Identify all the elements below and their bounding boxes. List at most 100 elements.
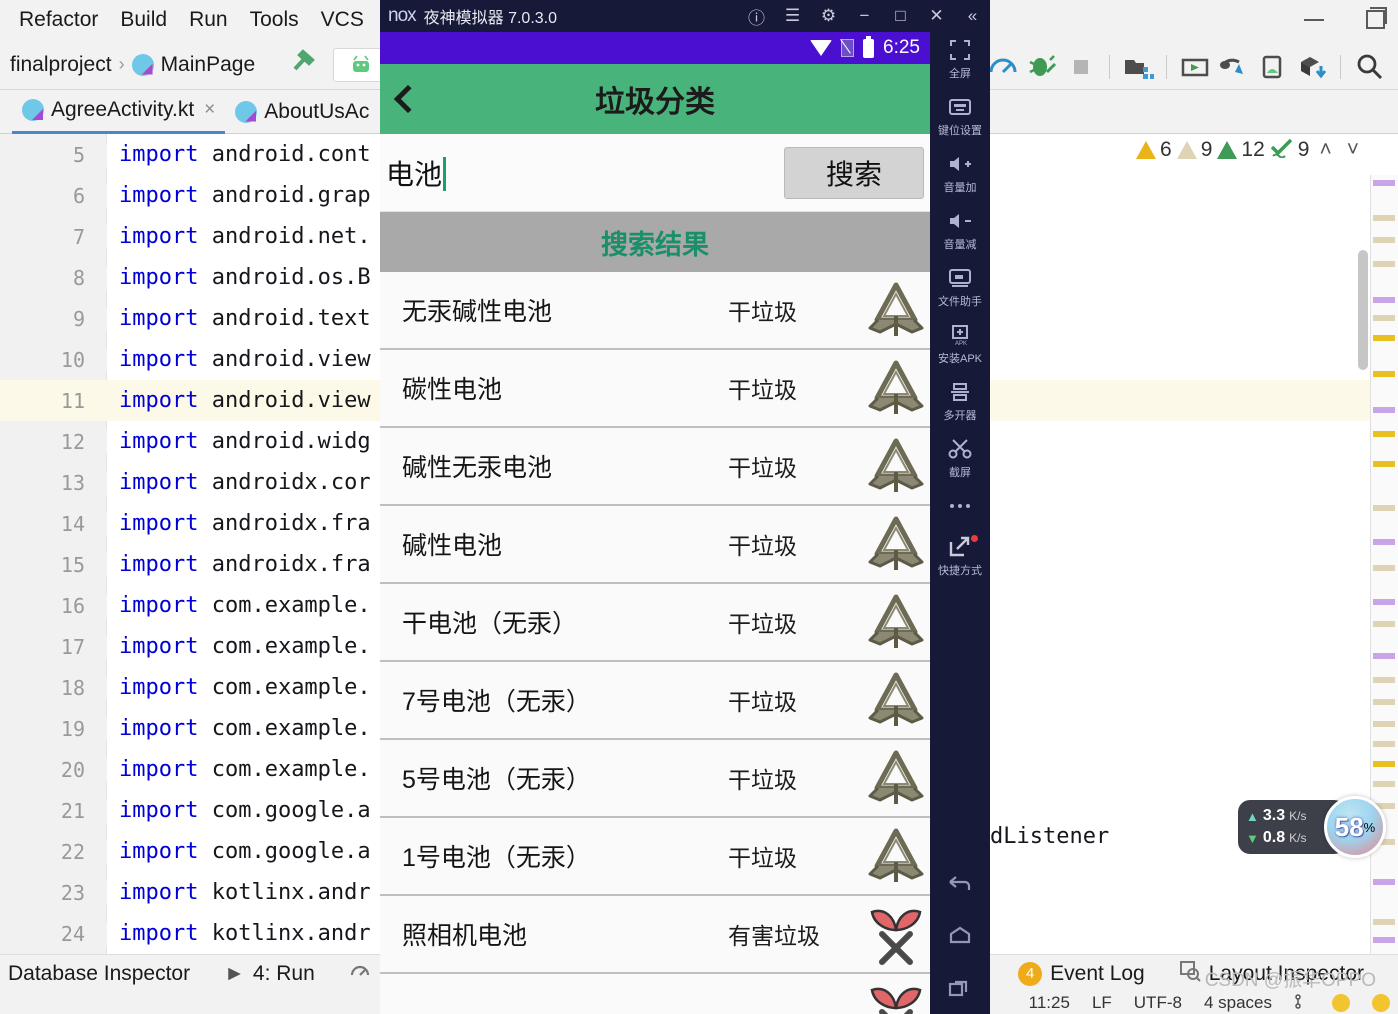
error-stripe-mark[interactable] <box>1373 741 1395 747</box>
side-tool-fullscreen[interactable]: 全屏 <box>930 38 990 81</box>
list-item[interactable]: 5号电池（无汞） 干垃圾 <box>380 740 930 818</box>
nav-recents-button[interactable] <box>930 962 990 1014</box>
breadcrumb-project[interactable]: finalproject <box>10 53 112 77</box>
error-stripe-mark[interactable] <box>1373 431 1395 437</box>
inspection-smiley-icon[interactable] <box>1332 994 1350 1012</box>
error-stripe-mark[interactable] <box>1373 937 1395 943</box>
list-item[interactable]: 碱性电池 干垃圾 <box>380 506 930 584</box>
menu-item-build[interactable]: Build <box>109 8 178 32</box>
list-item[interactable]: 无汞碱性电池 干垃圾 <box>380 272 930 350</box>
error-stripe-mark[interactable] <box>1373 621 1395 627</box>
error-stripe-mark[interactable] <box>1373 261 1395 267</box>
android-screen[interactable]: 6:25 垃圾分类 电池 搜索 搜索结果 无汞碱性电池 干垃圾 碳性电池 干垃圾 碱性无… <box>380 32 930 1014</box>
menu-item-refactor[interactable]: Refactor <box>8 8 109 32</box>
status-indent[interactable]: 4 spaces <box>1204 993 1272 1013</box>
list-item[interactable]: 碱性无汞电池 干垃圾 <box>380 428 930 506</box>
side-tool-shortcut[interactable]: 快捷方式 <box>930 535 990 578</box>
status-encoding[interactable]: UTF-8 <box>1134 993 1182 1013</box>
list-item[interactable]: 碳性电池 干垃圾 <box>380 350 930 428</box>
profiler-icon[interactable] <box>986 50 1020 84</box>
error-stripe-mark[interactable] <box>1373 539 1395 545</box>
maximize-icon[interactable]: □ <box>891 6 910 26</box>
list-item[interactable]: 7号电池（无汞） 干垃圾 <box>380 662 930 740</box>
menu-item-tools[interactable]: Tools <box>239 8 310 32</box>
search-results-list[interactable]: 无汞碱性电池 干垃圾 碳性电池 干垃圾 碱性无汞电池 干垃圾 碱性电池 干垃圾 干电池（无汞）干… <box>380 272 930 1014</box>
restore-icon[interactable] <box>1362 6 1388 32</box>
chevron-up-icon[interactable]: ˄ <box>1314 138 1336 162</box>
tab-agreeactivity[interactable]: AgreeActivity.kt × <box>12 90 226 134</box>
error-stripe-mark[interactable] <box>1373 653 1395 659</box>
nav-home-button[interactable] <box>930 910 990 962</box>
nav-back-button[interactable] <box>930 858 990 910</box>
error-stripe-mark[interactable] <box>1373 180 1395 186</box>
search-input[interactable]: 电池 <box>380 153 447 193</box>
warning-count[interactable]: 6 <box>1136 138 1172 162</box>
side-tool-more[interactable] <box>930 494 990 521</box>
error-stripe-mark[interactable] <box>1373 297 1395 303</box>
list-item[interactable] <box>380 974 930 1014</box>
error-stripe-mark[interactable] <box>1373 919 1395 925</box>
error-stripe-mark[interactable] <box>1373 407 1395 413</box>
error-stripe-mark[interactable] <box>1373 565 1395 571</box>
gradle-sync-icon[interactable] <box>1217 50 1251 84</box>
settings-icon[interactable]: ⚙ <box>819 6 838 26</box>
error-stripe-mark[interactable] <box>1373 335 1395 341</box>
menu-icon[interactable]: ☰ <box>783 6 802 26</box>
search-icon[interactable] <box>1352 50 1386 84</box>
status-caret-position[interactable]: 11:25 <box>1029 993 1070 1013</box>
stop-icon[interactable] <box>1064 50 1098 84</box>
build-hammer-icon[interactable] <box>289 47 319 82</box>
menu-item-vcs[interactable]: VCS <box>310 8 375 32</box>
side-tool-volume-down[interactable]: 音量减 <box>930 209 990 252</box>
minimize-icon[interactable] <box>1302 6 1328 32</box>
bottom-item-database-inspector[interactable]: Database Inspector <box>8 962 190 986</box>
search-button[interactable]: 搜索 <box>784 147 924 199</box>
tab-aboutusactivity[interactable]: AboutUsAc <box>225 100 379 124</box>
error-stripe-mark[interactable] <box>1373 781 1395 787</box>
git-branch-icon[interactable] <box>1294 993 1310 1014</box>
close-icon[interactable]: ✕ <box>927 6 946 26</box>
error-stripe-mark[interactable] <box>1373 237 1395 243</box>
close-icon[interactable]: × <box>204 99 215 121</box>
error-stripe-mark[interactable] <box>1373 677 1395 683</box>
collapse-icon[interactable]: « <box>963 6 982 26</box>
vertical-scrollbar-thumb[interactable] <box>1358 250 1368 370</box>
status-line-separator[interactable]: LF <box>1092 993 1112 1013</box>
error-stripe-mark[interactable] <box>1373 315 1395 321</box>
info-count[interactable]: 12 <box>1217 138 1265 162</box>
progress-badge[interactable]: 58% <box>1324 796 1386 858</box>
device-file-explorer-icon[interactable] <box>1256 50 1290 84</box>
typo-count[interactable]: 9 <box>1270 136 1309 164</box>
error-stripe-mark[interactable] <box>1373 215 1395 221</box>
list-item[interactable]: 1号电池（无汞） 干垃圾 <box>380 818 930 896</box>
error-stripe-mark[interactable] <box>1373 371 1395 377</box>
weak-warning-count[interactable]: 9 <box>1176 138 1212 162</box>
list-item[interactable]: 照相机电池 有害垃圾 <box>380 896 930 974</box>
project-structure-icon[interactable] <box>1121 50 1155 84</box>
side-tool-screenshot[interactable]: 截屏 <box>930 437 990 480</box>
error-stripe-mark[interactable] <box>1373 461 1395 467</box>
side-tool-keymap[interactable]: 键位设置 <box>930 95 990 138</box>
error-stripe-mark[interactable] <box>1373 505 1395 511</box>
sdk-download-icon[interactable] <box>1295 50 1329 84</box>
avd-manager-icon[interactable] <box>1178 50 1212 84</box>
error-stripe-mark[interactable] <box>1373 599 1395 605</box>
notifications-smiley-icon[interactable] <box>1372 994 1390 1012</box>
error-stripe-mark[interactable] <box>1373 761 1395 767</box>
side-tool-multi-instance[interactable]: 多开器 <box>930 380 990 423</box>
side-tool-volume-up[interactable]: 音量加 <box>930 152 990 195</box>
error-stripe-mark[interactable] <box>1373 721 1395 727</box>
chevron-down-icon[interactable]: ˅ <box>1342 138 1364 162</box>
breadcrumb-file[interactable]: MainPage <box>161 53 256 77</box>
side-tool-install-apk[interactable]: APK 安装APK <box>930 323 990 366</box>
list-item[interactable]: 干电池（无汞） 干垃圾 <box>380 584 930 662</box>
help-icon[interactable]: ⓘ <box>747 4 766 29</box>
minimize-icon[interactable]: − <box>855 6 874 26</box>
bottom-item-run[interactable]: ► 4: Run <box>224 962 315 986</box>
error-stripe-mark[interactable] <box>1373 879 1395 885</box>
error-stripe-mark[interactable] <box>1373 699 1395 705</box>
side-tool-file-assistant[interactable]: 文件助手 <box>930 266 990 309</box>
debug-icon[interactable] <box>1025 50 1059 84</box>
network-speed-widget[interactable]: ▲ 3.3 K/s ▼ 0.8 K/s 58% <box>1238 796 1398 858</box>
bottom-item-event-log[interactable]: 4 Event Log <box>1018 961 1145 986</box>
